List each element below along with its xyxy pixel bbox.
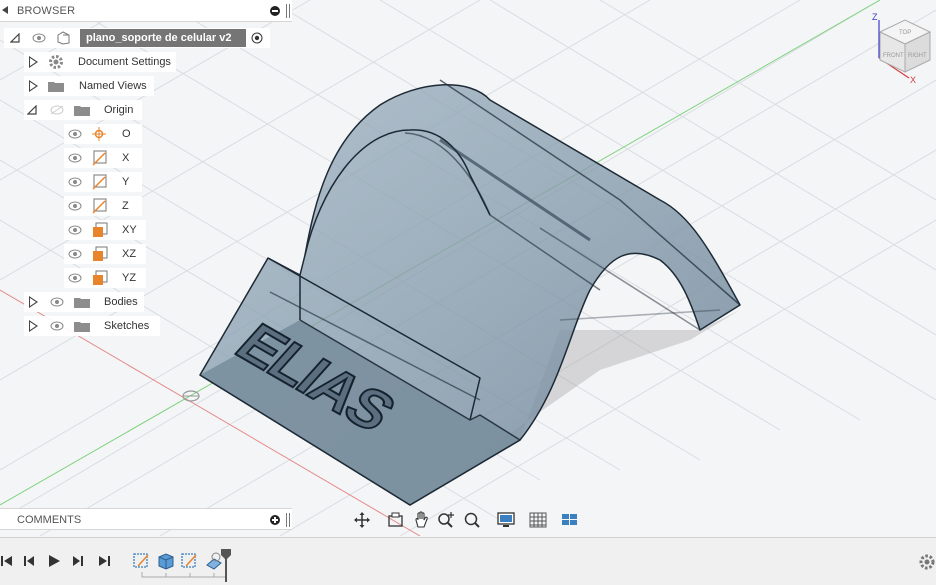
folder-icon bbox=[48, 82, 64, 92]
visibility-eye-icon[interactable] bbox=[32, 33, 46, 43]
tree-item-x-axis[interactable]: X bbox=[64, 148, 142, 168]
phone-stand-body[interactable] bbox=[199, 79, 741, 506]
tree-item-label: XY bbox=[122, 224, 137, 236]
display-settings-icon[interactable] bbox=[496, 510, 518, 530]
sketch-feature-icon[interactable] bbox=[132, 551, 152, 571]
viewcube-right: RIGHT bbox=[908, 53, 927, 59]
tree-item-label: X bbox=[122, 152, 130, 164]
visibility-eye-icon[interactable] bbox=[68, 249, 82, 259]
orbit-icon[interactable] bbox=[352, 510, 374, 530]
svg-text:X: X bbox=[910, 75, 916, 85]
tree-item-xz-plane[interactable]: XZ bbox=[64, 244, 146, 264]
plane-icon bbox=[93, 222, 108, 237]
tree-item-label: Origin bbox=[104, 104, 134, 116]
visibility-eye-icon[interactable] bbox=[50, 321, 64, 331]
expand-arrow-icon[interactable] bbox=[29, 56, 38, 68]
timeline-group-bracket bbox=[141, 572, 227, 578]
origin-point-icon bbox=[92, 127, 106, 141]
comments-panel-header[interactable]: COMMENTS bbox=[0, 508, 292, 530]
navigation-toolbar bbox=[350, 508, 590, 532]
look-at-icon[interactable] bbox=[386, 510, 408, 530]
component-icon bbox=[57, 31, 70, 45]
svg-text:Z: Z bbox=[872, 12, 878, 22]
tree-item-y-axis[interactable]: Y bbox=[64, 172, 142, 192]
axis-icon bbox=[92, 198, 107, 214]
expand-arrow-icon[interactable] bbox=[29, 320, 38, 332]
tree-item-label: Document Settings bbox=[78, 56, 171, 68]
tree-item-label: Y bbox=[122, 176, 130, 188]
folder-icon bbox=[74, 322, 90, 332]
tree-item-sketches[interactable]: Sketches bbox=[24, 316, 160, 336]
tree-item-z-axis[interactable]: Z bbox=[64, 196, 142, 216]
previous-icon[interactable] bbox=[22, 553, 38, 569]
panel-grip-icon[interactable] bbox=[286, 513, 290, 527]
timeline-bar bbox=[0, 537, 936, 585]
comments-title: COMMENTS bbox=[17, 514, 82, 526]
visibility-eye-icon[interactable] bbox=[68, 177, 82, 187]
browser-panel-header: BROWSER bbox=[0, 0, 292, 22]
minimize-icon[interactable] bbox=[270, 6, 280, 16]
fit-icon[interactable] bbox=[462, 510, 484, 530]
tree-item-document-settings[interactable]: Document Settings bbox=[24, 52, 176, 72]
tree-item-label: Named Views bbox=[79, 80, 147, 92]
tree-item-label: O bbox=[122, 128, 131, 140]
tree-item-yz-plane[interactable]: YZ bbox=[64, 268, 146, 288]
visibility-eye-icon[interactable] bbox=[50, 297, 64, 307]
folder-icon bbox=[74, 298, 90, 308]
plane-icon bbox=[93, 270, 108, 285]
visibility-eye-icon[interactable] bbox=[68, 273, 82, 283]
activate-radio-icon[interactable] bbox=[251, 32, 263, 44]
tree-item-label: Z bbox=[122, 200, 129, 212]
first-icon[interactable] bbox=[0, 553, 16, 569]
settings-gear-icon[interactable] bbox=[918, 553, 936, 571]
visibility-eye-icon[interactable] bbox=[68, 153, 82, 163]
browser-root-row[interactable]: plano_soporte de celular v2 bbox=[4, 28, 270, 48]
visibility-eye-icon[interactable] bbox=[68, 201, 82, 211]
axis-icon bbox=[92, 174, 107, 190]
tree-item-label: YZ bbox=[122, 272, 137, 284]
expanded-arrow-icon[interactable] bbox=[27, 105, 37, 115]
viewcube-top: TOP bbox=[899, 30, 911, 36]
panel-grip-icon[interactable] bbox=[286, 4, 290, 18]
timeline-marker[interactable] bbox=[220, 548, 232, 582]
axis-icon bbox=[92, 150, 107, 166]
root-component-label: plano_soporte de celular v2 bbox=[86, 32, 232, 44]
sketch-feature-icon[interactable] bbox=[180, 551, 200, 571]
folder-icon bbox=[74, 106, 90, 116]
tree-item-label: Sketches bbox=[104, 320, 150, 332]
plane-icon bbox=[93, 246, 108, 261]
zoom-icon[interactable] bbox=[436, 510, 458, 530]
browser-title: BROWSER bbox=[17, 5, 76, 17]
tree-item-xy-plane[interactable]: XY bbox=[64, 220, 146, 240]
gear-icon bbox=[49, 55, 63, 69]
grid-icon[interactable] bbox=[528, 510, 550, 530]
add-comment-icon[interactable] bbox=[270, 515, 280, 525]
expand-arrow-icon[interactable] bbox=[29, 80, 38, 92]
visibility-eye-icon[interactable] bbox=[68, 129, 82, 139]
last-icon[interactable] bbox=[96, 553, 112, 569]
visibility-eye-icon[interactable] bbox=[68, 225, 82, 235]
tree-item-label: XZ bbox=[122, 248, 137, 260]
tree-item-bodies[interactable]: Bodies bbox=[24, 292, 144, 312]
expanded-arrow-icon[interactable] bbox=[10, 33, 20, 43]
visibility-eye-hidden-icon[interactable] bbox=[50, 105, 64, 115]
tree-item-origin[interactable]: Origin bbox=[24, 100, 142, 120]
extrude-feature-icon[interactable] bbox=[156, 551, 176, 571]
next-icon[interactable] bbox=[70, 553, 86, 569]
expand-arrow-icon[interactable] bbox=[29, 296, 38, 308]
tree-item-named-views[interactable]: Named Views bbox=[24, 76, 154, 96]
tree-item-label: Bodies bbox=[104, 296, 138, 308]
play-icon[interactable] bbox=[46, 553, 62, 569]
viewports-icon[interactable] bbox=[560, 510, 582, 530]
pan-icon[interactable] bbox=[412, 510, 434, 530]
viewcube-front: FRONT bbox=[883, 53, 904, 59]
tree-item-origin-point[interactable]: O bbox=[64, 124, 142, 144]
viewcube[interactable]: Z X TOP FRONT RIGHT bbox=[872, 12, 932, 85]
collapse-panel-icon[interactable] bbox=[2, 6, 8, 14]
